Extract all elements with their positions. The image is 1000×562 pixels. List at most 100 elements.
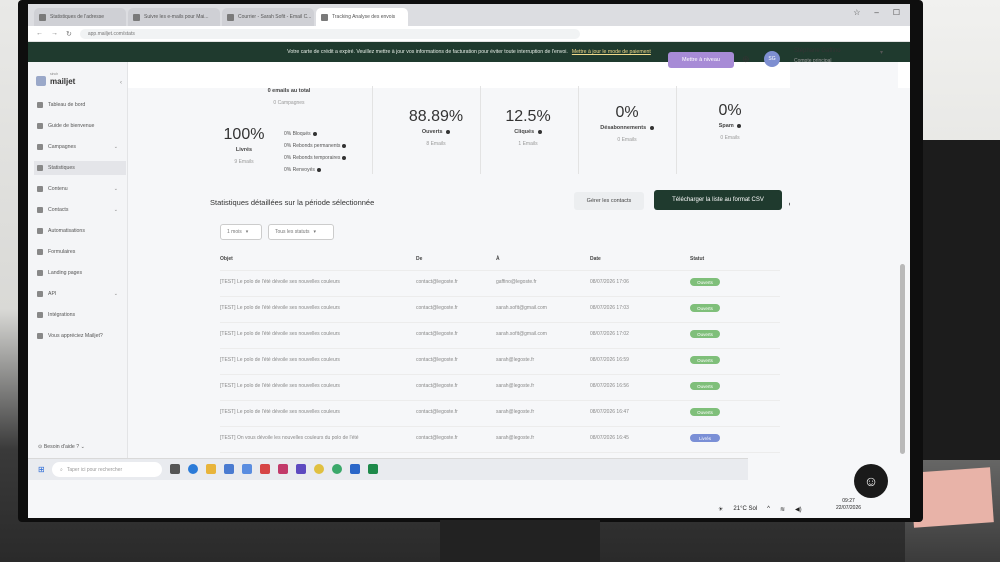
manage-contacts-button[interactable]: Gérer les contacts [574, 192, 644, 210]
sidebar-item-content[interactable]: Contenu ⌄ [34, 182, 126, 196]
app-red-icon[interactable] [260, 464, 270, 474]
help-menu[interactable]: ⊙ Besoin d'aide ? ⌄ [38, 444, 85, 450]
collapse-chevron-icon[interactable]: ‹ [120, 80, 122, 86]
info-icon[interactable] [342, 155, 347, 160]
info-icon[interactable] [537, 129, 542, 134]
sidebar-item-statistics[interactable]: Statistiques [34, 161, 126, 175]
info-icon[interactable] [649, 125, 654, 130]
table-row[interactable]: [TEST] Le polo de l'été dévoile ses nouv… [220, 322, 780, 348]
volume-icon[interactable]: ◀) [795, 506, 802, 513]
sidebar-item-welcome-guide[interactable]: Guide de bienvenue [34, 119, 126, 133]
app-purple-icon[interactable] [296, 464, 306, 474]
sidebar-item-campaigns[interactable]: Campagnes ⌄ [34, 140, 126, 154]
excel-icon[interactable] [368, 464, 378, 474]
weather-icon: ☀ [718, 506, 724, 513]
reload-icon[interactable]: ↻ [66, 30, 72, 38]
wifi-icon[interactable]: ≋ [780, 506, 785, 513]
globe-icon[interactable]: ⊕ [742, 54, 750, 65]
upgrade-button[interactable]: Mettre à niveau [668, 52, 734, 68]
table-row[interactable]: [TEST] Le polo de l'été dévoile ses nouv… [220, 400, 780, 426]
browser-tab-active[interactable]: Tracking Analyse des envois [316, 8, 408, 26]
col-from[interactable]: De [416, 256, 422, 262]
table-row[interactable]: [TEST] Le polo de l'été dévoile ses nouv… [220, 296, 780, 322]
cell-date: 08/07/2026 16:59 [590, 357, 629, 363]
info-icon[interactable] [312, 131, 317, 136]
edge-icon[interactable] [188, 464, 198, 474]
sidebar-item-landing-pages[interactable]: Landing pages [34, 266, 126, 280]
period-filter[interactable]: 1 mois ▾ [220, 224, 262, 240]
monitor-stand [440, 520, 600, 562]
table-row[interactable]: [TEST] Le polo de l'été dévoile ses nouv… [220, 270, 780, 296]
browser-tab[interactable]: Courrier - Sarah Sofit - Email C... [222, 8, 314, 26]
info-icon[interactable] [316, 167, 321, 172]
table-row[interactable]: [TEST] Le polo de l'été dévoile ses nouv… [220, 348, 780, 374]
sidebar-item-contacts[interactable]: Contacts ⌄ [34, 203, 126, 217]
heart-icon [37, 333, 43, 339]
sidebar-item-api[interactable]: API ⌄ [34, 287, 126, 301]
user-name[interactable]: Stéphane Gaffino [794, 48, 841, 54]
avatar[interactable]: SG [764, 51, 780, 67]
outlook-icon[interactable] [350, 464, 360, 474]
minimize-icon[interactable]: – [874, 8, 878, 17]
sidebar-item-integrations[interactable]: Intégrations [34, 308, 126, 322]
app-green-icon[interactable] [332, 464, 342, 474]
divider [578, 86, 579, 174]
table-row[interactable]: [TEST] Le polo de l'été dévoile ses nouv… [220, 374, 780, 400]
puzzle-icon [37, 312, 43, 318]
task-view-icon[interactable] [170, 464, 180, 474]
taskbar-strip: ⊞ ⌕ Taper ici pour rechercher [28, 458, 748, 480]
star-icon[interactable]: ☆ [853, 8, 860, 17]
col-subject[interactable]: Objet [220, 256, 233, 262]
status-filter[interactable]: Tous les statuts ▾ [268, 224, 334, 240]
windows-start-icon[interactable]: ⊞ [38, 465, 45, 474]
divider [372, 86, 373, 174]
cell-to: sarah@legoste.fr [496, 435, 535, 441]
sidebar-item-forms[interactable]: Formulaires [34, 245, 126, 259]
col-date[interactable]: Date [590, 256, 601, 262]
sidebar-item-feedback[interactable]: Vous appréciez Mailjet? [34, 329, 126, 343]
status-badge: Ouverts [690, 356, 720, 364]
table-header: Objet De À Date Statut [220, 256, 780, 268]
sidebar-item-dashboard[interactable]: Tableau de bord [34, 98, 126, 112]
info-icon[interactable] [737, 123, 742, 128]
page-icon [37, 270, 43, 276]
back-arrow-icon[interactable]: ← [36, 30, 43, 37]
app-pink-icon[interactable] [278, 464, 288, 474]
banner-link[interactable]: Mettre à jour le mode de paiement [572, 49, 651, 55]
taskbar: ⊞ ⌕ Taper ici pour rechercher ☀ 21°C Sol … [28, 458, 910, 518]
taskbar-search-input[interactable]: ⌕ Taper ici pour rechercher [52, 462, 162, 477]
col-status[interactable]: Statut [690, 256, 704, 262]
col-to[interactable]: À [496, 256, 500, 262]
bounce-item: 0% Rebonds permanents [284, 140, 347, 152]
url-field[interactable]: app.mailjet.com/stats [79, 28, 580, 39]
chatbot-button[interactable]: ☺ [854, 464, 888, 498]
weather-text[interactable]: 21°C Sol [733, 506, 757, 512]
tab-favicon-icon [133, 13, 140, 21]
chevron-down-icon: ⌄ [113, 291, 118, 297]
info-icon[interactable] [446, 129, 451, 134]
opened-label: Ouverts [396, 129, 476, 135]
chrome-icon[interactable] [314, 464, 324, 474]
file-explorer-icon[interactable] [206, 464, 216, 474]
stat-spam: 0% Spam 0 Emails [692, 102, 768, 141]
teams-icon[interactable] [242, 464, 252, 474]
info-icon[interactable] [342, 143, 347, 148]
status-badge: Ouverts [690, 408, 720, 416]
scrollbar[interactable] [900, 264, 905, 454]
browser-tab[interactable]: Suivre les e-mails pour Mai... [128, 8, 220, 26]
sidebar-item-automations[interactable]: Automatisations [34, 224, 126, 238]
delivered-sub: 9 Emails [234, 159, 254, 165]
app-header [28, 62, 910, 88]
send-icon [37, 144, 43, 150]
store-icon[interactable] [224, 464, 234, 474]
forward-arrow-icon[interactable]: → [51, 30, 58, 37]
download-csv-button[interactable]: Télécharger la liste au format CSV [654, 190, 782, 210]
clock[interactable]: 09:27 22/07/2026 [836, 498, 861, 512]
chevron-down-icon[interactable]: ▾ [880, 49, 883, 56]
chevron-up-icon[interactable]: ^ [767, 506, 770, 512]
logo[interactable]: mailjet [36, 76, 75, 86]
opened-value: 88.89% [408, 108, 464, 125]
maximize-icon[interactable]: ☐ [893, 8, 900, 17]
browser-tab[interactable]: Statistiques de l'adresse [34, 8, 126, 26]
table-row[interactable]: [TEST] On vous dévoile les nouvelles cou… [220, 426, 780, 452]
